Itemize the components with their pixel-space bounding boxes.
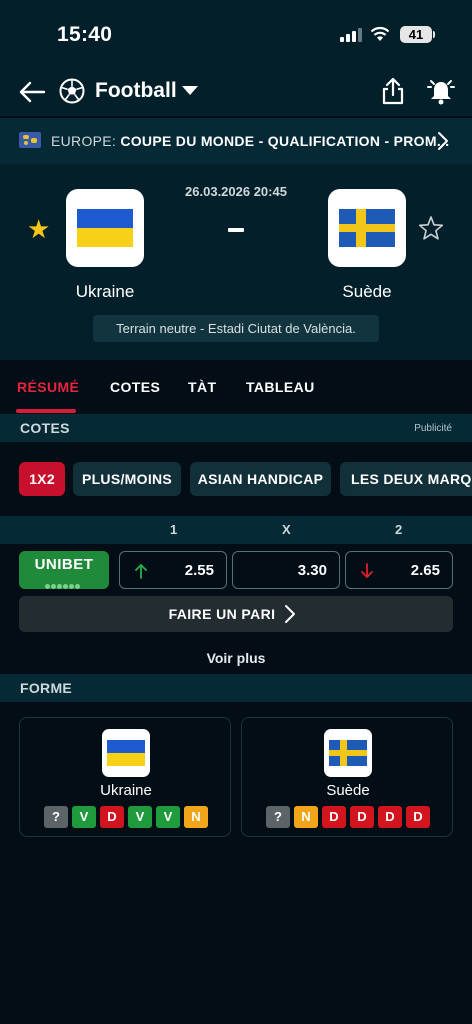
form-result: D xyxy=(100,806,124,828)
dropdown-caret-icon[interactable] xyxy=(182,86,198,95)
ukraine-flag-icon xyxy=(77,209,133,247)
odds-away-value: 2.65 xyxy=(410,562,440,579)
odds-draw-button[interactable]: 3.30 xyxy=(232,551,340,589)
bet-type-over-under[interactable]: PLUS/MOINS xyxy=(73,462,181,496)
form-result: D xyxy=(322,806,346,828)
league-title: EUROPE: COUPE DU MONDE - QUALIFICATION -… xyxy=(51,133,449,149)
away-team-name[interactable]: Suède xyxy=(297,282,437,302)
sweden-flag-icon xyxy=(339,209,395,247)
odds-away-button[interactable]: 2.65 xyxy=(345,551,453,589)
notification-bell-icon[interactable] xyxy=(427,76,455,106)
bet-type-both-teams-score[interactable]: LES DEUX MARQU xyxy=(340,462,472,496)
league-category: EUROPE: xyxy=(51,133,117,149)
europe-flag-icon xyxy=(19,132,41,148)
away-form-results: ? N D D D D xyxy=(242,806,454,828)
venue-badge: Terrain neutre - Estadi Ciutat de Valènc… xyxy=(93,315,379,342)
away-form-logo xyxy=(324,729,372,777)
form-section-header: FORME xyxy=(0,674,472,702)
away-form-team: Suède xyxy=(326,782,370,799)
tab-tat[interactable]: TÀT xyxy=(188,379,216,395)
odds-col-away: 2 xyxy=(395,522,403,537)
league-name: COUPE DU MONDE - QUALIFICATION - PROM... xyxy=(120,133,450,149)
league-banner[interactable]: EUROPE: COUPE DU MONDE - QUALIFICATION -… xyxy=(0,118,472,164)
home-team-name[interactable]: Ukraine xyxy=(35,282,175,302)
form-result: ? xyxy=(44,806,68,828)
odds-section-title: COTES xyxy=(20,420,70,436)
tab-tableau[interactable]: TABLEAU xyxy=(246,379,315,395)
match-header: 26.03.2026 20:45 ★ Ukraine Suède Terrain… xyxy=(0,164,472,360)
battery-icon: 41 xyxy=(400,26,432,43)
ad-label: Publicité xyxy=(414,423,452,434)
form-result: D xyxy=(378,806,402,828)
form-result: V xyxy=(128,806,152,828)
form-result: V xyxy=(156,806,180,828)
away-team-logo[interactable] xyxy=(328,189,406,267)
odds-draw-value: 3.30 xyxy=(297,562,327,579)
clock: 15:40 xyxy=(57,23,113,46)
odds-column-header: 1 X 2 xyxy=(0,516,472,544)
place-bet-label: FAIRE UN PARI xyxy=(168,606,276,622)
odds-home-value: 2.55 xyxy=(184,562,214,579)
back-arrow-icon[interactable] xyxy=(18,80,46,104)
form-result: D xyxy=(406,806,430,828)
form-result: N xyxy=(184,806,208,828)
chevron-right-icon xyxy=(285,605,295,623)
odds-col-home: 1 xyxy=(170,522,178,537)
form-result: V xyxy=(72,806,96,828)
tab-cotes[interactable]: COTES xyxy=(110,379,160,395)
sweden-flag-icon xyxy=(329,740,367,766)
wifi-icon xyxy=(370,26,390,41)
place-bet-button[interactable]: FAIRE UN PARI xyxy=(19,596,453,632)
football-icon xyxy=(59,78,85,104)
trend-down-icon xyxy=(361,563,373,578)
odds-home-button[interactable]: 2.55 xyxy=(119,551,227,589)
bookmaker-dots xyxy=(45,576,85,589)
trend-up-icon xyxy=(135,564,147,579)
see-more-link[interactable]: Voir plus xyxy=(0,650,472,666)
ukraine-flag-icon xyxy=(107,740,145,766)
form-result: N xyxy=(294,806,318,828)
odds-col-draw: X xyxy=(282,522,291,537)
home-form-logo xyxy=(102,729,150,777)
cellular-signal-icon xyxy=(340,28,362,42)
form-section-title: FORME xyxy=(20,680,73,696)
bookmaker-name: UNIBET xyxy=(34,556,94,573)
sport-selector[interactable]: Football xyxy=(95,79,177,103)
top-bar: Football xyxy=(0,70,472,116)
home-team-logo[interactable] xyxy=(66,189,144,267)
status-bar: 15:40 41 xyxy=(0,0,472,70)
bet-type-1x2[interactable]: 1X2 xyxy=(19,462,65,496)
home-form-card[interactable]: Ukraine ? V D V V N xyxy=(19,717,231,837)
tab-resume[interactable]: RÉSUMÉ xyxy=(17,379,79,395)
active-tab-indicator xyxy=(16,409,76,413)
odds-section-header: COTES Publicité xyxy=(0,414,472,442)
score-separator xyxy=(228,228,244,232)
away-form-card[interactable]: Suède ? N D D D D xyxy=(241,717,453,837)
favorite-star-outline-icon[interactable] xyxy=(418,215,444,241)
form-result: D xyxy=(350,806,374,828)
chevron-right-icon[interactable] xyxy=(437,131,449,151)
battery-tip xyxy=(433,31,435,38)
home-form-results: ? V D V V N xyxy=(20,806,232,828)
match-tabs: RÉSUMÉ COTES TÀT TABLEAU xyxy=(0,362,472,414)
bookmaker-logo[interactable]: UNIBET xyxy=(19,551,109,589)
bet-type-asian-handicap[interactable]: ASIAN HANDICAP xyxy=(190,462,331,496)
share-icon[interactable] xyxy=(380,76,406,106)
form-result: ? xyxy=(266,806,290,828)
home-form-team: Ukraine xyxy=(100,782,152,799)
favorite-star-filled-icon[interactable]: ★ xyxy=(27,216,50,242)
